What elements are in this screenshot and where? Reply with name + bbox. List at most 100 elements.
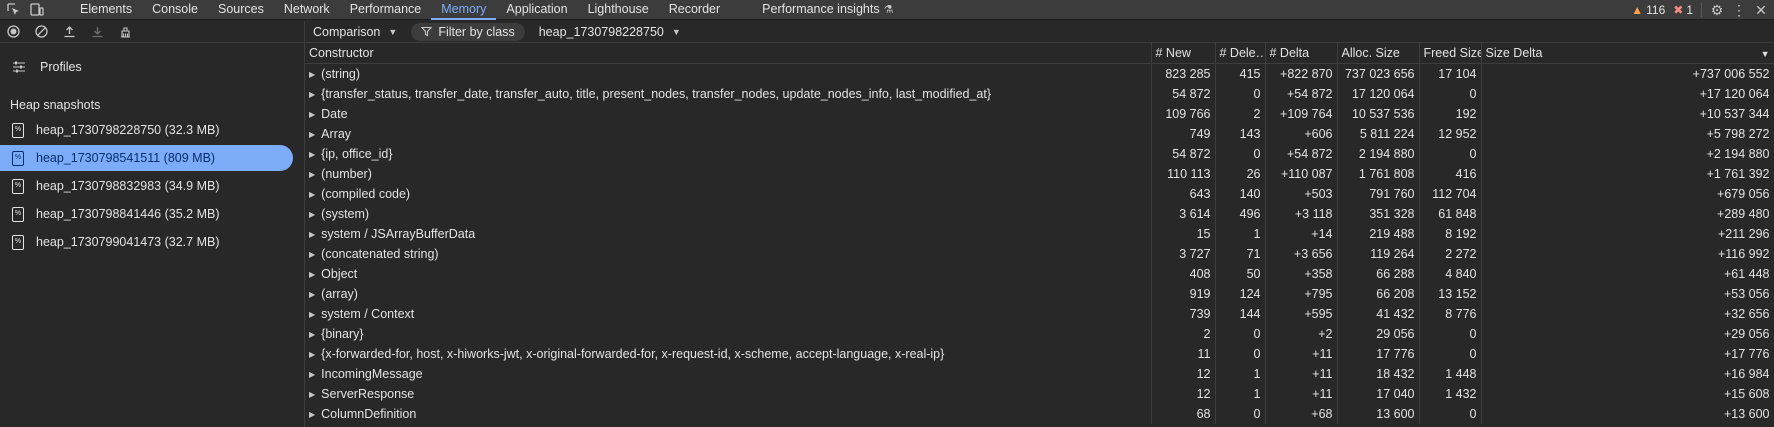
panel-tabs: Elements Console Sources Network Performance… — [70, 0, 903, 20]
inspect-element-icon[interactable] — [6, 3, 20, 17]
column-header-size-delta[interactable]: Size Delta ▼ — [1481, 43, 1774, 64]
tab-performance[interactable]: Performance — [340, 0, 432, 20]
value-cell: 11 — [1151, 344, 1216, 364]
baseline-snapshot-select[interactable]: heap_1730798228750 ▼ — [539, 25, 681, 39]
tab-memory[interactable]: Memory — [431, 0, 497, 20]
expand-triangle-icon[interactable]: ▶ — [309, 190, 315, 199]
view-mode-select[interactable]: Comparison ▼ — [313, 25, 397, 39]
expand-triangle-icon[interactable]: ▶ — [309, 270, 315, 279]
collect-garbage-icon[interactable] — [118, 25, 132, 39]
value-cell: +2 194 880 — [1481, 144, 1774, 164]
value-cell: +11 — [1265, 384, 1338, 404]
tab-application[interactable]: Application — [496, 0, 577, 20]
tab-performance-insights[interactable]: Performance insights ⚗ — [752, 0, 903, 20]
column-header-delta[interactable]: # Delta — [1265, 43, 1338, 64]
snapshot-item[interactable]: % heap_1730798841446 (35.2 MB) — [0, 201, 293, 227]
expand-triangle-icon[interactable]: ▶ — [309, 250, 315, 259]
table-row[interactable]: ▶ Object 408 50 +358 66 288 4 840 +61 448 — [305, 264, 1774, 284]
table-row[interactable]: ▶ system / JSArrayBufferData 15 1 +14 219 488… — [305, 224, 1774, 244]
value-cell: 0 — [1419, 344, 1482, 364]
expand-triangle-icon[interactable]: ▶ — [309, 110, 315, 119]
value-cell: 1 761 808 — [1337, 164, 1420, 184]
table-row[interactable]: ▶ (number) 110 113 26 +110 087 1 761 808 416 +1… — [305, 164, 1774, 184]
value-cell: 415 — [1215, 63, 1266, 84]
table-row[interactable]: ▶ ColumnDefinition 68 0 +68 13 600 0 +13 600 — [305, 404, 1774, 424]
table-row[interactable]: ▶ (array) 919 124 +795 66 208 13 152 +53 056 — [305, 284, 1774, 304]
more-options-icon[interactable]: ⋮ — [1732, 2, 1746, 18]
tab-lighthouse[interactable]: Lighthouse — [578, 0, 659, 20]
value-cell: 749 — [1151, 124, 1216, 144]
table-row[interactable]: ▶ (concatenated string) 3 727 71 +3 656 119 2… — [305, 244, 1774, 264]
expand-triangle-icon[interactable]: ▶ — [309, 210, 315, 219]
value-cell: 416 — [1419, 164, 1482, 184]
expand-triangle-icon[interactable]: ▶ — [309, 410, 315, 419]
value-cell: +679 056 — [1481, 184, 1774, 204]
expand-triangle-icon[interactable]: ▶ — [309, 350, 315, 359]
expand-triangle-icon[interactable]: ▶ — [309, 330, 315, 339]
column-header-freed-size[interactable]: Freed Size — [1419, 43, 1482, 64]
profiles-header[interactable]: Profiles — [0, 55, 304, 79]
settings-gear-icon[interactable]: ⚙ — [1710, 2, 1724, 18]
expand-triangle-icon[interactable]: ▶ — [309, 390, 315, 399]
expand-triangle-icon[interactable]: ▶ — [309, 130, 315, 139]
clear-icon[interactable] — [34, 25, 48, 39]
expand-triangle-icon[interactable]: ▶ — [309, 70, 315, 79]
table-row[interactable]: ▶ {transfer_status, transfer_date, transf… — [305, 84, 1774, 104]
warnings-badge[interactable]: ▲ 116 — [1631, 3, 1665, 17]
tab-sources[interactable]: Sources — [208, 0, 274, 20]
expand-triangle-icon[interactable]: ▶ — [309, 310, 315, 319]
table-row[interactable]: ▶ IncomingMessage 12 1 +11 18 432 1 448 +16 984 — [305, 364, 1774, 384]
table-row[interactable]: ▶ system / Context 739 144 +595 41 432 8 776 +3… — [305, 304, 1774, 324]
snapshot-item[interactable]: % heap_1730798832983 (34.9 MB) — [0, 173, 293, 199]
expand-triangle-icon[interactable]: ▶ — [309, 150, 315, 159]
column-header-new[interactable]: # New — [1151, 43, 1216, 64]
value-cell: +822 870 — [1265, 63, 1338, 84]
value-cell: +15 608 — [1481, 384, 1774, 404]
expand-triangle-icon[interactable]: ▶ — [309, 290, 315, 299]
table-row[interactable]: ▶ (compiled code) 643 140 +503 791 760 112 704… — [305, 184, 1774, 204]
column-header-constructor[interactable]: Constructor — [305, 43, 1152, 64]
value-cell: +116 992 — [1481, 244, 1774, 264]
errors-badge[interactable]: ✖ 1 — [1673, 3, 1693, 17]
record-icon[interactable] — [6, 25, 20, 39]
table-row[interactable]: ▶ {x-forwarded-for, host, x-hiworks-jwt, … — [305, 344, 1774, 364]
close-icon[interactable]: ✕ — [1754, 2, 1768, 18]
table-row[interactable]: ▶ Array 749 143 +606 5 811 224 12 952 +5 798 27… — [305, 124, 1774, 144]
expand-triangle-icon[interactable]: ▶ — [309, 90, 315, 99]
expand-triangle-icon[interactable]: ▶ — [309, 370, 315, 379]
divider — [1701, 3, 1702, 17]
tab-elements[interactable]: Elements — [70, 0, 142, 20]
value-cell: +289 480 — [1481, 204, 1774, 224]
load-profile-icon[interactable] — [62, 25, 76, 39]
snapshot-item[interactable]: % heap_1730798541511 (809 MB) — [0, 145, 293, 171]
filter-by-class-button[interactable]: Filter by class — [411, 22, 525, 41]
constructor-cell: ▶ {x-forwarded-for, host, x-hiworks-jwt, … — [305, 344, 1152, 364]
table-row[interactable]: ▶ (system) 3 614 496 +3 118 351 328 61 848 +289… — [305, 204, 1774, 224]
value-cell: +2 — [1265, 324, 1338, 344]
value-cell: 112 704 — [1419, 184, 1482, 204]
tab-console[interactable]: Console — [142, 0, 208, 20]
tab-network[interactable]: Network — [274, 0, 340, 20]
table-row[interactable]: ▶ (string) 823 285 415 +822 870 737 023 656 17… — [305, 63, 1774, 84]
device-toolbar-icon[interactable] — [30, 3, 44, 17]
save-profile-icon[interactable] — [90, 25, 104, 39]
profiles-sidebar: Profiles Heap snapshots % heap_1730798228… — [0, 43, 305, 427]
column-header-alloc-size[interactable]: Alloc. Size — [1337, 43, 1420, 64]
constructor-cell: ▶ IncomingMessage — [305, 364, 1152, 384]
column-header-dele[interactable]: # Dele… — [1215, 43, 1266, 64]
table-row[interactable]: ▶ {binary} 2 0 +2 29 056 0 +29 056 — [305, 324, 1774, 344]
snapshot-item[interactable]: % heap_1730798228750 (32.3 MB) — [0, 117, 293, 143]
snapshot-item[interactable]: % heap_1730799041473 (32.7 MB) — [0, 229, 293, 255]
expand-triangle-icon[interactable]: ▶ — [309, 230, 315, 239]
value-cell: 18 432 — [1337, 364, 1420, 384]
value-cell: +5 798 272 — [1481, 124, 1774, 144]
value-cell: +14 — [1265, 224, 1338, 244]
table-row[interactable]: ▶ {ip, office_id} 54 872 0 +54 872 2 194 880 0… — [305, 144, 1774, 164]
table-row[interactable]: ▶ ServerResponse 12 1 +11 17 040 1 432 +15 608 — [305, 384, 1774, 404]
table-row[interactable]: ▶ Date 109 766 2 +109 764 10 537 536 192 +10 53… — [305, 104, 1774, 124]
tab-recorder[interactable]: Recorder — [659, 0, 730, 20]
memory-toolbar: Comparison ▼ Filter by class heap_173079… — [0, 21, 1774, 43]
sort-descending-icon: ▼ — [1760, 49, 1770, 59]
value-cell: 13 152 — [1419, 284, 1482, 304]
expand-triangle-icon[interactable]: ▶ — [309, 170, 315, 179]
